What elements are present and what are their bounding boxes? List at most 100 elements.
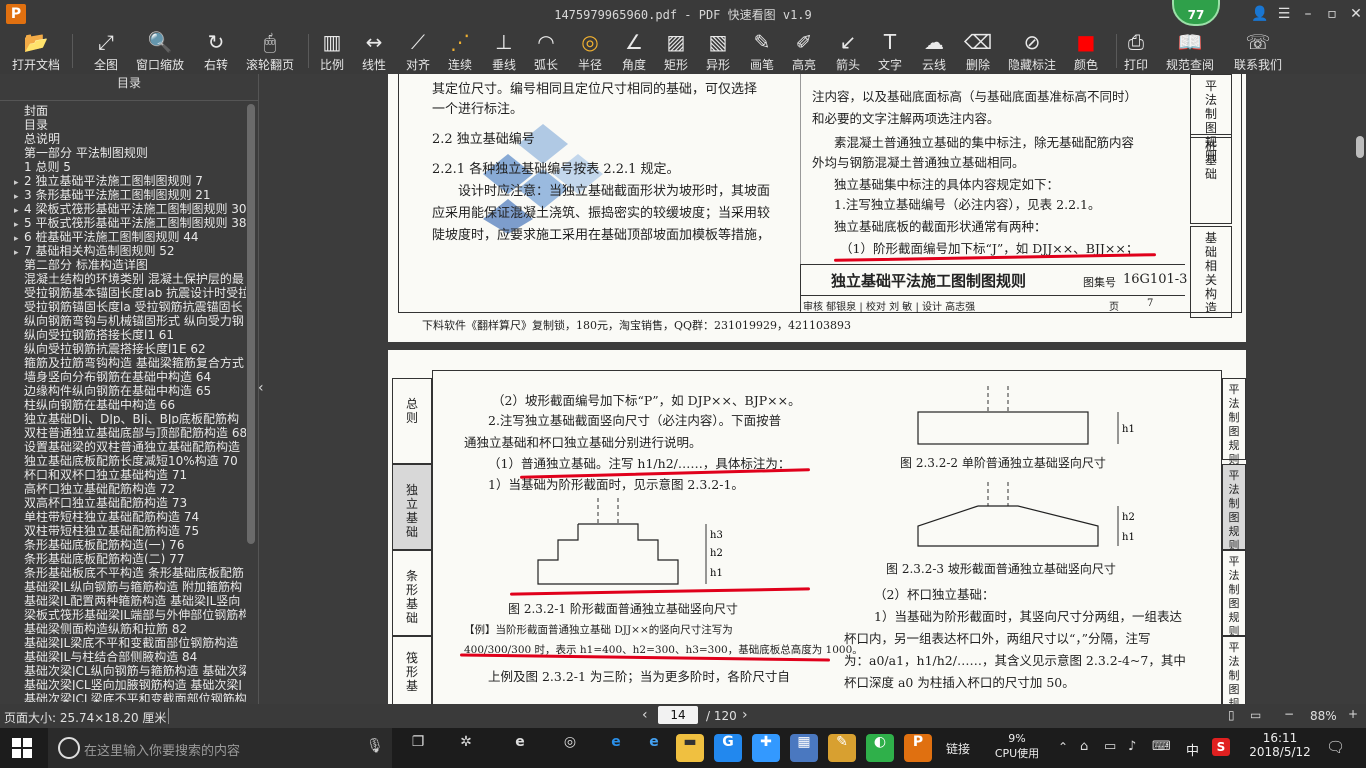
linear-button[interactable]: ↔ 线性 xyxy=(354,28,394,74)
continuous-button[interactable]: ⋰ 连续 xyxy=(440,28,480,74)
document-scrollbar[interactable] xyxy=(1356,136,1364,158)
toc-item[interactable]: 边缘构件纵向钢筋在基础中构造 65 xyxy=(0,382,246,396)
contact-button[interactable]: ☏ 联系我们 xyxy=(1230,28,1286,74)
toc-item[interactable]: 设置基础梁的双柱普通独立基础配筋构造 xyxy=(0,438,246,452)
print-button[interactable]: ⎙ 打印 xyxy=(1116,28,1156,74)
expand-arrow-icon[interactable]: ▸ xyxy=(14,206,24,214)
highlight-button[interactable]: ✐ 高亮 xyxy=(784,28,824,74)
toc-item[interactable]: 第二部分 标准构造详图 xyxy=(0,256,246,270)
app-icon[interactable]: ✲ xyxy=(452,734,480,762)
rotate-button[interactable]: ↻ 右转 xyxy=(196,28,236,74)
ie-icon[interactable]: e xyxy=(640,734,668,762)
keyboard-icon[interactable]: ⌨ xyxy=(1152,739,1171,754)
toc-item[interactable]: 箍筋及拉筋弯钩构造 基础梁箍筋复合方式 xyxy=(0,354,246,368)
single-page-icon[interactable]: ▯ xyxy=(1228,708,1235,722)
edge-icon[interactable]: e xyxy=(602,734,630,762)
window-zoom-button[interactable]: 🔍 窗口缩放 xyxy=(132,28,188,74)
toc-item[interactable]: 第一部分 平法制图规则 xyxy=(0,144,246,158)
maximize-button[interactable]: ▫ xyxy=(1322,4,1342,24)
double-page-icon[interactable]: ▭ xyxy=(1250,708,1261,722)
pen-button[interactable]: ✎ 画笔 xyxy=(742,28,782,74)
expand-arrow-icon[interactable]: ▸ xyxy=(14,192,24,200)
perpendicular-button[interactable]: ⊥ 垂线 xyxy=(484,28,524,74)
toc-item[interactable]: 梁板式筏形基础梁JL端部与外伸部位钢筋构 xyxy=(0,606,246,620)
volume-icon[interactable]: ♪ xyxy=(1128,739,1136,754)
scale-button[interactable]: ▥ 比例 xyxy=(312,28,352,74)
toc-item[interactable]: 高杯口独立基础配筋构造 72 xyxy=(0,480,246,494)
toc-item[interactable]: 基础梁JL纵向钢筋与箍筋构造 附加箍筋构 xyxy=(0,578,246,592)
cloud-button[interactable]: ☁ 云线 xyxy=(914,28,954,74)
toc-item[interactable]: 目录 xyxy=(0,116,246,130)
expand-arrow-icon[interactable]: ▸ xyxy=(14,234,24,242)
expand-arrow-icon[interactable]: ▸ xyxy=(14,178,24,186)
hide-button[interactable]: ⊘ 隐藏标注 xyxy=(1004,28,1060,74)
rect-button[interactable]: ▨ 矩形 xyxy=(656,28,696,74)
toc-item[interactable]: 单柱带短柱独立基础配筋构造 74 xyxy=(0,508,246,522)
clock[interactable]: 16:11 2018/5/12 xyxy=(1246,731,1314,759)
toc-item[interactable]: 基础梁侧面构造纵筋和拉筋 82 xyxy=(0,620,246,634)
toc-item[interactable]: 基础梁JL梁底不平和变截面部位钢筋构造 xyxy=(0,634,246,648)
zoom-in-icon[interactable]: + xyxy=(1348,707,1358,721)
text-button[interactable]: T 文字 xyxy=(870,28,910,74)
expand-arrow-icon[interactable]: ▸ xyxy=(14,248,24,256)
ime-indicator[interactable]: 中 xyxy=(1186,740,1199,759)
toc-item[interactable]: 条形基础底板配筋构造(二) 77 xyxy=(0,550,246,564)
tray-chevron-icon[interactable]: ⌃ xyxy=(1058,740,1068,754)
radius-button[interactable]: ◎ 半径 xyxy=(570,28,610,74)
toc-item[interactable]: 独立基础底板配筋长度减短10%构造 70 xyxy=(0,452,246,466)
toc-item[interactable]: 双柱带短柱独立基础配筋构造 75 xyxy=(0,522,246,536)
close-button[interactable]: ✕ xyxy=(1346,4,1366,24)
app-icon[interactable]: G xyxy=(714,734,742,762)
links-label[interactable]: 链接 xyxy=(946,740,970,757)
file-explorer-icon[interactable]: ▬ xyxy=(676,734,704,762)
app-icon[interactable]: ▦ xyxy=(790,734,818,762)
spec-button[interactable]: 📖 规范查阅 xyxy=(1162,28,1218,74)
toc-item[interactable]: 墙身竖向分布钢筋在基础中构造 64 xyxy=(0,368,246,382)
taskbar-search-box[interactable]: 在这里输入你要搜索的内容 🎙 xyxy=(48,728,392,768)
cpu-meter[interactable]: 9% CPU使用 xyxy=(982,728,1052,768)
toc-item[interactable]: 双高杯口独立基础配筋构造 73 xyxy=(0,494,246,508)
app-icon[interactable]: ✚ xyxy=(752,734,780,762)
toc-item[interactable]: 基础次梁JCL纵向钢筋与箍筋构造 基础次梁 xyxy=(0,662,246,676)
tray-app-icon[interactable]: ⌂ xyxy=(1080,739,1088,754)
align-button[interactable]: ⟋ 对齐 xyxy=(398,28,438,74)
toc-item[interactable]: 基础次梁JCL竖向加腋钢筋构造 基础次梁J xyxy=(0,676,246,690)
toc-item[interactable]: 受拉钢筋基本锚固长度lab 抗震设计时受拉 xyxy=(0,284,246,298)
angle-button[interactable]: ∠ 角度 xyxy=(614,28,654,74)
task-view-icon[interactable]: ❐ xyxy=(404,734,432,762)
prev-page-icon[interactable]: ‹ xyxy=(642,707,648,723)
toc-item[interactable]: 独立基础DJj、DJp、BJj、BJp底板配筋构 xyxy=(0,410,246,424)
delete-button[interactable]: ⌫ 删除 xyxy=(958,28,998,74)
shape-button[interactable]: ▧ 异形 xyxy=(698,28,738,74)
arc-button[interactable]: ◠ 弧长 xyxy=(526,28,566,74)
microphone-icon[interactable]: 🎙 xyxy=(366,738,384,754)
toc-item[interactable]: 纵向钢筋弯钩与机械锚固形式 纵向受力钢 xyxy=(0,312,246,326)
toc-item[interactable]: 条形基础底板配筋构造(一) 76 xyxy=(0,536,246,550)
toc-item[interactable]: 封面 xyxy=(0,102,246,116)
app-icon[interactable]: ◎ xyxy=(556,734,584,762)
notification-icon[interactable]: 🗨 xyxy=(1326,738,1345,756)
zoom-out-icon[interactable]: − xyxy=(1284,707,1294,721)
toc-item[interactable]: 受拉钢筋锚固长度la 受拉钢筋抗震锚固长 xyxy=(0,298,246,312)
pdf-viewer-icon[interactable]: P xyxy=(904,734,932,762)
toc-item[interactable]: 纵向受拉钢筋搭接长度l1 61 xyxy=(0,326,246,340)
toc-item[interactable]: 柱纵向钢筋在基础中构造 66 xyxy=(0,396,246,410)
app-icon[interactable]: ✎ xyxy=(828,734,856,762)
scroll-page-button[interactable]: 🖱 滚轮翻页 xyxy=(242,28,298,74)
user-icon[interactable]: 👤 xyxy=(1250,4,1270,24)
toc-item[interactable]: 混凝土结构的环境类别 混凝土保护层的最 xyxy=(0,270,246,284)
open-button[interactable]: 📂 打开文档 xyxy=(8,28,64,74)
toc-item[interactable]: 基础梁JL与柱结合部侧腋构造 84 xyxy=(0,648,246,662)
network-icon[interactable]: ▭ xyxy=(1104,739,1116,754)
toc-item[interactable]: ▸ 7 基础相关构造制图规则 52 xyxy=(0,242,246,256)
toc-scrollbar[interactable] xyxy=(247,104,255,544)
toc-item[interactable]: ▸ 2 独立基础平法施工图制图规则 7 xyxy=(0,172,246,186)
next-page-icon[interactable]: › xyxy=(742,707,748,723)
menu-icon[interactable]: ☰ xyxy=(1274,4,1294,24)
toc-item[interactable]: ▸ 3 条形基础平法施工图制图规则 21 xyxy=(0,186,246,200)
expand-arrow-icon[interactable]: ▸ xyxy=(14,220,24,228)
toc-item[interactable]: 双柱普通独立基础底部与顶部配筋构造 68 xyxy=(0,424,246,438)
toc-item[interactable]: 杯口和双杯口独立基础构造 71 xyxy=(0,466,246,480)
fit-all-button[interactable]: ⤢ 全图 xyxy=(86,28,126,74)
page-input[interactable]: 14 xyxy=(658,706,698,724)
